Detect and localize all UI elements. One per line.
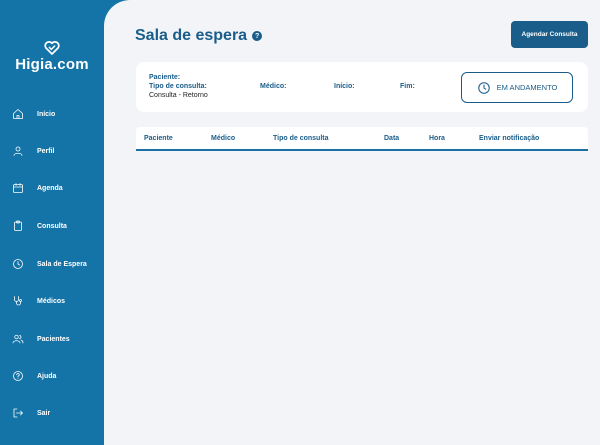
sidebar-item-medicos[interactable]: Médicos — [12, 293, 65, 309]
sidebar-item-label: Início — [37, 110, 56, 118]
sidebar-item-sala-de-espera[interactable]: Sala de Espera — [12, 256, 87, 272]
sidebar-item-label: Ajuda — [37, 372, 57, 380]
help-circle-icon — [12, 370, 24, 382]
fim-label: Fim: — [400, 83, 415, 90]
sidebar-item-pacientes[interactable]: Pacientes — [12, 331, 70, 347]
sidebar-item-label: Consulta — [37, 222, 67, 230]
sidebar-item-label: Sair — [37, 409, 51, 417]
column-header-medico[interactable]: Médico — [211, 135, 235, 142]
column-header-enviar-notificacao[interactable]: Enviar notificação — [479, 135, 539, 142]
inicio-label: Início: — [334, 83, 355, 90]
sidebar-item-sair[interactable]: Sair — [12, 405, 50, 421]
brand-name: Higia.com — [15, 56, 89, 73]
logo: Higia.com — [0, 40, 104, 73]
logout-icon — [12, 407, 24, 419]
column-header-data[interactable]: Data — [384, 135, 399, 142]
appointment-card: Paciente: Tipo de consulta: Consulta - R… — [136, 62, 588, 112]
paciente-label: Paciente: — [149, 74, 181, 81]
tipo-consulta-label: Tipo de consulta: — [149, 83, 207, 90]
table-header: Paciente Médico Tipo de consulta Data Ho… — [136, 127, 588, 151]
column-header-hora[interactable]: Hora — [429, 135, 445, 142]
home-icon — [12, 108, 24, 120]
column-header-tipo-consulta[interactable]: Tipo de consulta — [273, 135, 329, 142]
clock-icon — [12, 258, 24, 270]
clock-icon — [477, 81, 491, 95]
medico-label: Médico: — [260, 83, 287, 90]
help-icon[interactable]: ? — [252, 31, 263, 41]
status-button[interactable]: EM ANDAMENTO — [461, 72, 573, 103]
agendar-consulta-button[interactable]: Agendar Consulta — [511, 21, 588, 48]
stethoscope-icon — [12, 295, 24, 307]
sidebar-item-label: Sala de Espera — [37, 260, 87, 268]
clipboard-icon — [12, 220, 24, 232]
sidebar-item-agenda[interactable]: Agenda — [12, 180, 63, 196]
heart-logo-icon — [44, 41, 60, 55]
sidebar-item-perfil[interactable]: Perfil — [12, 143, 55, 159]
page-title: Sala de espera ? — [135, 27, 263, 45]
tipo-consulta-value: Consulta - Retorno — [149, 92, 208, 99]
sidebar-item-label: Médicos — [37, 297, 66, 305]
sidebar-item-inicio[interactable]: Início — [12, 106, 55, 122]
sidebar-item-label: Pacientes — [37, 335, 70, 343]
status-label: EM ANDAMENTO — [496, 83, 558, 92]
sidebar-item-label: Perfil — [37, 147, 55, 155]
sidebar-item-label: Agenda — [37, 184, 63, 192]
sidebar-item-ajuda[interactable]: Ajuda — [12, 368, 56, 384]
sidebar-item-consulta[interactable]: Consulta — [12, 218, 67, 234]
column-header-paciente[interactable]: Paciente — [144, 135, 173, 142]
page-title-text: Sala de espera — [135, 27, 248, 44]
user-icon — [12, 145, 24, 157]
users-icon — [12, 333, 24, 345]
calendar-icon — [12, 182, 24, 194]
sidebar: Higia.com Início Perfil Agenda Consulta … — [0, 0, 104, 445]
